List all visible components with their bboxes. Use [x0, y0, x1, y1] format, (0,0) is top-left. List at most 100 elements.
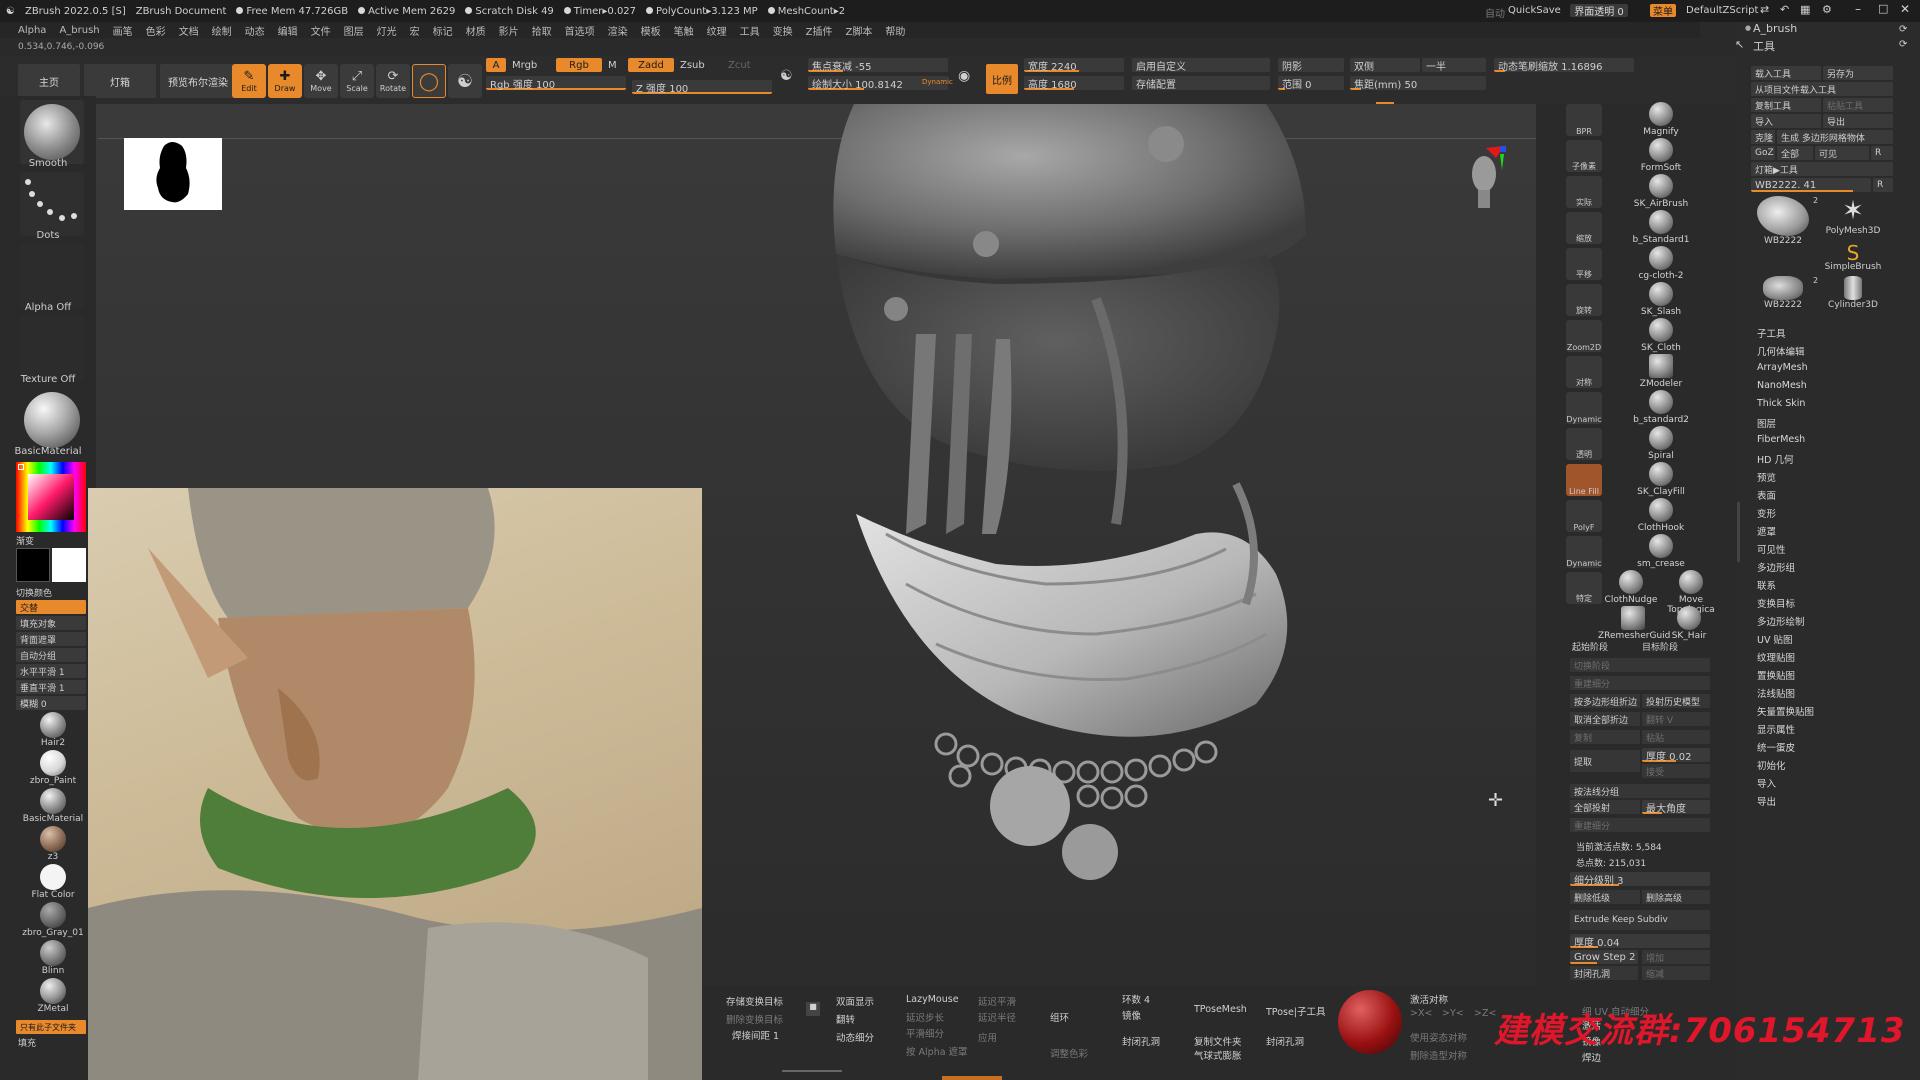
store-config-button[interactable]: 存储配置 [1132, 76, 1270, 90]
layout-icon[interactable]: ▦ [1800, 3, 1810, 16]
minimize-icon[interactable]: – [1855, 2, 1861, 16]
thick-slider[interactable]: 厚度 0.02 [1642, 748, 1710, 762]
home-button[interactable]: 主页 [18, 64, 80, 98]
export-button[interactable]: 导出 [1823, 114, 1893, 128]
dynamic-persp-button[interactable]: Dynamic [1566, 392, 1602, 424]
pan-button[interactable]: 平移 [1566, 248, 1602, 280]
material-blinn[interactable] [40, 940, 66, 966]
material-z3[interactable] [40, 826, 66, 852]
cut-level-button[interactable]: 切换阶段 [1570, 658, 1710, 672]
sphere-inflate-button[interactable]: 气球式膨胀 [1194, 1048, 1242, 1062]
menu-item[interactable]: 绘制 [212, 23, 232, 38]
menu-item[interactable]: 画笔 [113, 23, 133, 38]
tool-cylinder3d[interactable]: Cylinder3D [1819, 276, 1887, 328]
edit-mode-button[interactable]: ✎ Edit [232, 64, 266, 98]
texture-thumbnail[interactable] [20, 316, 84, 380]
menu-item[interactable]: 色彩 [146, 23, 166, 38]
goz-button[interactable]: GoZ [1751, 146, 1775, 160]
material-flat-color[interactable] [40, 864, 66, 890]
brush-sm-crease[interactable]: sm_crease [1628, 534, 1694, 570]
lazy-step-slider[interactable]: 延迟步长 [906, 1010, 944, 1024]
stroke-thumbnail[interactable] [20, 172, 84, 236]
secondary-color-swatch[interactable] [52, 548, 86, 582]
main-color-swatch[interactable] [16, 548, 50, 582]
menu-subtool[interactable]: 子工具 [1757, 326, 1786, 340]
default-zscript-button[interactable]: DefaultZScript [1686, 5, 1758, 16]
lightbox-tool-button[interactable]: 灯箱▶工具 [1751, 162, 1893, 176]
menu-item[interactable]: 材质 [466, 23, 486, 38]
pin-icon[interactable]: ↖ [1735, 38, 1744, 51]
dynamic-toggle[interactable]: Dynamic [922, 78, 953, 86]
menu-item[interactable]: 渲染 [608, 23, 628, 38]
brush-sk-airbrush[interactable]: SK_AirBrush [1628, 174, 1694, 210]
dynamic-button[interactable]: Dynamic [1566, 536, 1602, 568]
zadd-toggle[interactable]: Zadd [628, 58, 674, 72]
sculpt-model[interactable] [796, 104, 1536, 1004]
menu-item[interactable]: Z插件 [806, 23, 833, 38]
bpr-button[interactable]: BPR [1566, 104, 1602, 136]
max-angle-slider[interactable]: 最大角度 [1642, 800, 1710, 814]
half-button[interactable]: 一半 [1422, 58, 1486, 72]
menu-uv-map[interactable]: UV 贴图 [1757, 632, 1792, 646]
current-tool-slider[interactable]: WB2222. 41 [1751, 178, 1871, 192]
brush-zmodeler[interactable]: ZModeler [1628, 354, 1694, 390]
alpha-thumbnail[interactable] [20, 244, 84, 308]
brush-sk-hair[interactable]: SK_Hair [1656, 606, 1722, 642]
settings-icon[interactable]: ⚙ [1822, 3, 1832, 16]
subpixel-button[interactable]: 子像素 [1566, 140, 1602, 172]
shadow-button[interactable]: 阴影 [1278, 58, 1344, 72]
menu-item[interactable]: 灯光 [377, 23, 397, 38]
lazy-radius-slider[interactable]: 延迟半径 [978, 1010, 1016, 1024]
goz-all-button[interactable]: 全部 [1777, 146, 1813, 160]
smooth-subdiv-button[interactable]: 平滑细分 [906, 1026, 944, 1040]
tool-r-button[interactable]: R [1873, 178, 1893, 192]
menu-geometry[interactable]: 几何体编辑 [1757, 344, 1805, 358]
material-hair2[interactable] [40, 712, 66, 738]
menu-display-properties[interactable]: 显示属性 [1757, 722, 1795, 736]
menu-texture-map[interactable]: 纹理贴图 [1757, 650, 1795, 664]
width-slider[interactable]: 宽度 2240 [1024, 58, 1124, 72]
store-morph-button[interactable]: 存储变换目标 [726, 994, 783, 1008]
project-all-button[interactable]: 全部投射 [1570, 800, 1640, 814]
z-intensity-slider[interactable]: Z 强度 100 [632, 80, 772, 94]
menu-fibermesh[interactable]: FiberMesh [1757, 434, 1805, 445]
menu-item[interactable]: 文档 [179, 23, 199, 38]
menu-thick-skin[interactable]: Thick Skin [1757, 398, 1805, 409]
extract-button[interactable]: 提取 [1570, 750, 1640, 772]
menu-item[interactable]: 动态 [245, 23, 265, 38]
switch-color-label[interactable]: 切换颜色 [16, 586, 52, 599]
square-icon[interactable]: ■ [806, 1002, 820, 1016]
tool-wb2222-main[interactable]: WB2222 [1749, 196, 1817, 248]
import-button[interactable]: 导入 [1751, 114, 1821, 128]
focal-shift-slider[interactable]: 焦点衰减 -55 [808, 58, 948, 72]
refresh-icon[interactable]: ⟳ [1899, 24, 1907, 35]
refresh-icon[interactable]: ⟳ [1899, 39, 1907, 50]
material-sphere-preview[interactable] [1338, 990, 1402, 1054]
save-as-button[interactable]: 另存为 [1823, 66, 1893, 80]
brush-b-standard1[interactable]: b_Standard1 [1628, 210, 1694, 246]
move-mode-button[interactable]: ✥ Move [304, 64, 338, 98]
menu-item[interactable]: Z脚本 [845, 23, 872, 38]
load-from-project-button[interactable]: 从项目文件载入工具 [1751, 82, 1893, 96]
brush-b-standard2[interactable]: b_standard2 [1628, 390, 1694, 426]
make-polymesh-button[interactable]: 生成 多边形网格物体 [1777, 130, 1893, 144]
menu-item[interactable]: 编辑 [278, 23, 298, 38]
apply-button[interactable]: 应用 [978, 1030, 997, 1044]
zoom2d-button[interactable]: Zoom2D [1566, 320, 1602, 352]
goz-visible-button[interactable]: 可见 [1815, 146, 1869, 160]
backface-mask-button[interactable]: 背面遮罩 [16, 632, 86, 646]
delete-model-symmetry-button[interactable]: 删除造型对称 [1410, 1048, 1467, 1062]
sym-x-button[interactable]: >X< [1410, 1008, 1432, 1019]
brush-magnify[interactable]: Magnify [1628, 102, 1694, 138]
dynamic-subdiv-button[interactable]: 动态细分 [836, 1030, 874, 1044]
dynamic-brush-scale-slider[interactable]: 动态笔刷缩放 1.16896 [1494, 58, 1634, 72]
menu-displacement-map[interactable]: 置换贴图 [1757, 668, 1795, 682]
tool-palette-title[interactable]: 工具 [1753, 38, 1775, 54]
brush-cg-cloth-2[interactable]: cg-cloth-2 [1628, 246, 1694, 282]
menu-vector-displacement[interactable]: 矢量置换贴图 [1757, 704, 1814, 718]
symmetry-button[interactable]: 对称 [1566, 356, 1602, 388]
menu-visibility[interactable]: 可见性 [1757, 542, 1786, 556]
flip-v-button[interactable]: 翻转 V [1642, 712, 1710, 726]
bottom-scroll-handle[interactable] [782, 1070, 842, 1072]
brush-move-topological[interactable]: Move Topologica [1656, 570, 1726, 615]
